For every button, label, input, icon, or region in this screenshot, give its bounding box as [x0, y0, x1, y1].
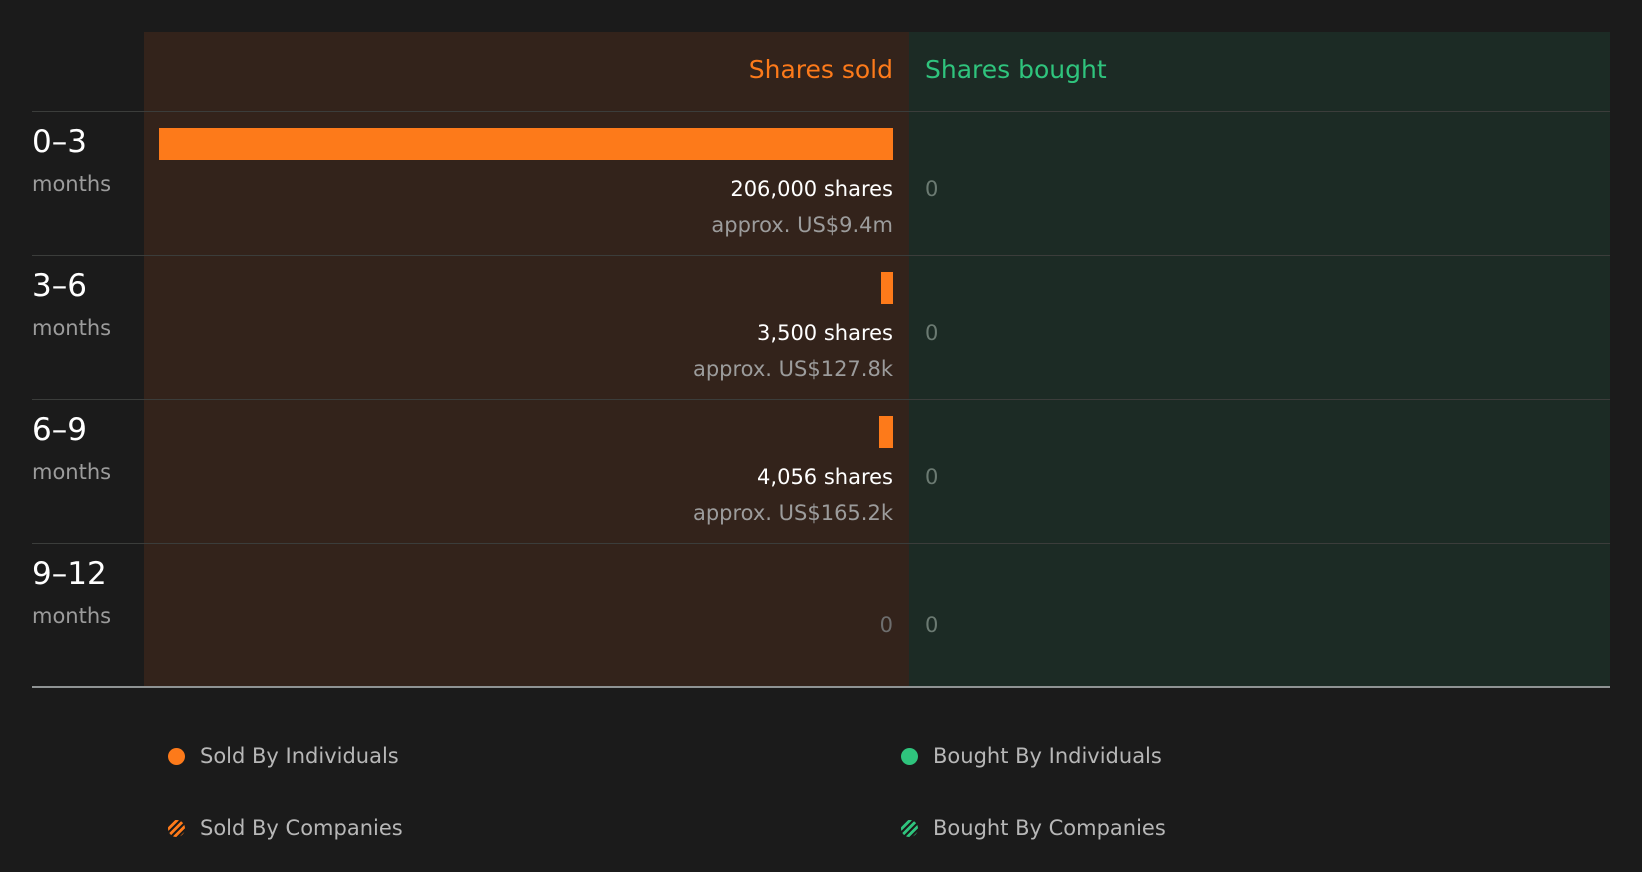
legend-swatch-icon [168, 747, 185, 765]
sold-value-label: approx. US$165.2k [692, 501, 893, 525]
period-unit-label: months [32, 460, 112, 484]
period-unit-label: months [32, 316, 112, 340]
insider-trading-chart: Shares sold Shares bought 0–3 months 206… [0, 0, 1642, 872]
sold-column-header: Shares sold [748, 55, 893, 84]
bought-column-header: Shares bought [925, 55, 1107, 84]
legend-item-sold-companies: Sold By Companies [168, 813, 403, 843]
legend-label: Bought By Companies [933, 816, 1166, 840]
legend-label: Sold By Companies [200, 816, 403, 840]
period-label: 0–3 [32, 124, 87, 160]
sold-bar [159, 128, 893, 160]
legend-swatch-icon [901, 819, 918, 837]
period-row: 3–6 months 3,500 shares approx. US$127.8… [0, 258, 1642, 402]
bought-shares-label: 0 [925, 177, 939, 201]
legend-label: Bought By Individuals [933, 744, 1162, 768]
legend-label: Sold By Individuals [200, 744, 399, 768]
sold-shares-label: 4,056 shares [757, 465, 893, 489]
period-label: 3–6 [32, 268, 87, 304]
sold-shares-label: 3,500 shares [757, 321, 893, 345]
row-divider [32, 111, 1610, 112]
period-row: 6–9 months 4,056 shares approx. US$165.2… [0, 402, 1642, 546]
sold-shares-label: 0 [879, 613, 893, 637]
bought-shares-label: 0 [925, 613, 939, 637]
period-unit-label: months [32, 604, 112, 628]
sold-value-label: approx. US$127.8k [692, 357, 893, 381]
period-row: 0–3 months 206,000 shares approx. US$9.4… [0, 114, 1642, 258]
legend-item-bought-individuals: Bought By Individuals [901, 741, 1162, 771]
legend-item-sold-individuals: Sold By Individuals [168, 741, 399, 771]
period-label: 6–9 [32, 412, 87, 448]
bought-shares-label: 0 [925, 321, 939, 345]
period-row: 9–12 months 0 0 [0, 546, 1642, 690]
legend-swatch-icon [168, 819, 185, 837]
legend-swatch-icon [901, 747, 918, 765]
period-label: 9–12 [32, 556, 107, 592]
sold-bar [880, 272, 893, 304]
sold-value-label: approx. US$9.4m [711, 213, 893, 237]
legend-item-bought-companies: Bought By Companies [901, 813, 1166, 843]
period-unit-label: months [32, 172, 112, 196]
sold-bar [878, 416, 893, 448]
sold-shares-label: 206,000 shares [730, 177, 893, 201]
bought-shares-label: 0 [925, 465, 939, 489]
